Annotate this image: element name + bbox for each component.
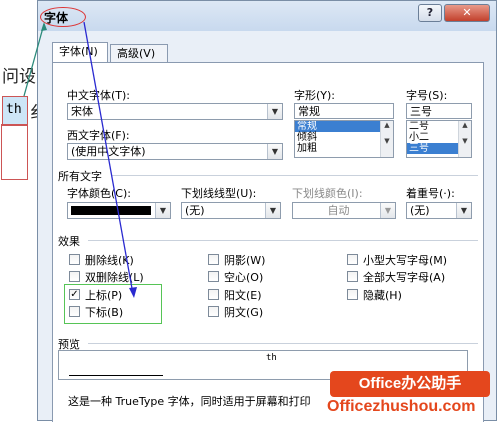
watermark-url: Officezhushou.com <box>327 398 476 415</box>
annotation-arrow-down <box>83 21 134 295</box>
annotation-arrows <box>23 21 137 298</box>
arrowhead-icon <box>41 22 47 31</box>
annotation-arrow-up <box>23 23 45 97</box>
arrowhead-icon <box>129 287 137 298</box>
watermark-badge: Office办公助手 <box>330 371 490 397</box>
